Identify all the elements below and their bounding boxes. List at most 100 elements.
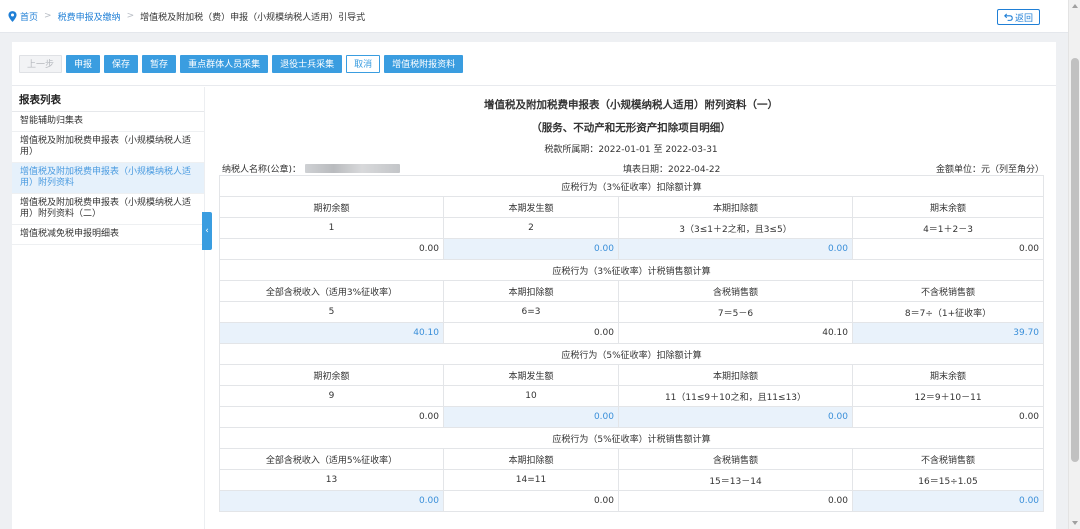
- column-header: 期初余额: [219, 196, 444, 218]
- amount-cell: 0.00: [443, 322, 619, 344]
- column-header: 含税销售额: [618, 280, 853, 302]
- amount-input-cell[interactable]: 0.00: [851, 490, 1045, 512]
- amount-cell: 0.00: [618, 490, 853, 512]
- value-row: 0.00 0.00 0.00 0.00: [219, 490, 1045, 512]
- sidebar-item-schedule-1[interactable]: 增值税及附加税费申报表（小规模纳税人适用）附列资料: [12, 163, 204, 194]
- line-number: 14=11: [443, 469, 619, 491]
- breadcrumb-separator: >: [44, 11, 52, 21]
- amount-input-cell[interactable]: 0.00: [618, 406, 853, 428]
- form-title: 增值税及附加税费申报表（小规模纳税人适用）附列资料（一）: [484, 99, 778, 111]
- save-button[interactable]: 保存: [104, 54, 139, 73]
- amount-input-cell[interactable]: 0.00: [219, 490, 444, 512]
- column-header: 不含税销售额: [851, 280, 1045, 302]
- breadcrumb-section[interactable]: 税费申报及缴纳: [58, 10, 121, 23]
- vat-attachment-button[interactable]: 增值税附报资料: [384, 54, 464, 73]
- column-header: 含税销售额: [618, 448, 853, 470]
- line-number: 12＝9＋10－11: [851, 385, 1045, 407]
- cancel-button[interactable]: 取消: [346, 54, 381, 73]
- line-number: 1: [219, 217, 444, 239]
- section-header: 应税行为（3%征收率）计税销售额计算: [218, 259, 1045, 281]
- tax-period-label: 税款所属期：: [544, 145, 599, 155]
- section-header-row: 应税行为（5%征收率）扣除额计算: [218, 343, 1045, 365]
- column-header: 本期发生额: [443, 196, 619, 218]
- declare-button[interactable]: 申报: [66, 54, 101, 73]
- temp-save-button[interactable]: 暂存: [142, 54, 177, 73]
- section-header-row: 应税行为（5%征收率）计税销售额计算: [218, 427, 1045, 449]
- line-number: 10: [443, 385, 619, 407]
- amount-input-cell[interactable]: 0.00: [443, 406, 619, 428]
- amount-cell: 0.00: [443, 490, 619, 512]
- value-row: 0.00 0.00 0.00 0.00: [219, 238, 1045, 260]
- prev-step-button[interactable]: 上一步: [19, 54, 63, 73]
- breadcrumb-current: 增值税及附加税（费）申报（小规模纳税人适用）引导式: [140, 12, 366, 23]
- scroll-up-arrow-icon[interactable]: [1072, 4, 1078, 8]
- line-number-row: 1 2 3（3≤1＋2之和，且3≤5） 4＝1＋2－3: [219, 217, 1045, 239]
- line-number: 9: [219, 385, 444, 407]
- form-meta-row: 纳税人名称(公章)： 填表日期：2022-04-22 金额单位：元（列至角分）: [218, 161, 1044, 175]
- amount-cell: 0.00: [219, 238, 444, 260]
- form-content: 增值税及附加税费申报表（小规模纳税人适用）附列资料（一） （服务、不动产和无形资…: [218, 87, 1045, 512]
- line-number: 16＝15÷1.05: [851, 469, 1045, 491]
- scroll-down-arrow-icon[interactable]: [1072, 521, 1078, 525]
- line-number: 5: [219, 301, 444, 323]
- amount-unit: 金额单位：元（列至角分）: [935, 165, 1044, 175]
- section-header: 应税行为（5%征收率）扣除额计算: [218, 343, 1045, 365]
- column-header-row: 全部含税收入（适用5%征收率） 本期扣除额 含税销售额 不含税销售额: [219, 448, 1045, 470]
- scrollbar-thumb[interactable]: [1071, 58, 1079, 462]
- report-list-title: 报表列表: [12, 87, 204, 112]
- breadcrumb-bar: 首页 > 税费申报及缴纳 > 增值税及附加税（费）申报（小规模纳税人适用）引导式…: [0, 0, 1068, 33]
- sidebar-item-schedule-2[interactable]: 增值税及附加税费申报表（小规模纳税人适用）附列资料（二）: [12, 194, 204, 225]
- column-header: 期末余额: [851, 196, 1045, 218]
- deduction-table: 应税行为（3%征收率）扣除额计算 期初余额 本期发生额 本期扣除额 期末余额 1 2 3（3≤…: [218, 175, 1045, 512]
- column-header-row: 期初余额 本期发生额 本期扣除额 期末余额: [219, 196, 1045, 218]
- breadcrumb-separator: >: [126, 11, 135, 21]
- column-header: 全部含税收入（适用5%征收率）: [219, 448, 444, 470]
- form-subtitle: （服务、不动产和无形资产扣除项目明细）: [531, 122, 731, 134]
- column-header: 本期扣除额: [443, 448, 619, 470]
- veteran-collect-button[interactable]: 退役士兵采集: [272, 54, 343, 73]
- line-number: 4＝1＋2－3: [851, 217, 1045, 239]
- column-header: 本期扣除额: [618, 364, 853, 386]
- line-number-row: 5 6=3 7＝5－6 8＝7÷（1+征收率）: [219, 301, 1045, 323]
- section-header: 应税行为（5%征收率）计税销售额计算: [218, 427, 1045, 449]
- column-header: 期末余额: [851, 364, 1045, 386]
- sidebar-collapse-toggle[interactable]: ‹: [202, 212, 212, 250]
- column-header: 期初余额: [219, 364, 444, 386]
- taxpayer-name: 纳税人名称(公章)：: [222, 162, 401, 175]
- amount-cell: 0.00: [851, 238, 1045, 260]
- line-number: 3（3≤1＋2之和，且3≤5）: [618, 217, 853, 239]
- line-number: 13: [219, 469, 444, 491]
- main-panel: 上一步 申报 保存 暂存 重点群体人员采集 退役士兵采集 取消 增值税附报资料 …: [12, 42, 1056, 529]
- back-button-label: 返回: [1014, 13, 1033, 24]
- line-number: 8＝7÷（1+征收率）: [851, 301, 1045, 323]
- report-list-sidebar: 报表列表 智能辅助归集表 增值税及附加税费申报表（小规模纳税人适用） 增值税及附…: [12, 87, 205, 529]
- line-number-row: 9 10 11（11≤9＋10之和，且11≤13） 12＝9＋10－11: [219, 385, 1045, 407]
- column-header-row: 全部含税收入（适用3%征收率） 本期扣除额 含税销售额 不含税销售额: [219, 280, 1045, 302]
- line-number: 11（11≤9＋10之和，且11≤13）: [618, 385, 853, 407]
- amount-input-cell[interactable]: 39.70: [851, 322, 1045, 344]
- return-arrow-icon: [1003, 13, 1013, 21]
- toolbar: 上一步 申报 保存 暂存 重点群体人员采集 退役士兵采集 取消 增值税附报资料: [12, 42, 1056, 86]
- breadcrumb-home[interactable]: 首页: [20, 10, 38, 23]
- line-number: 15＝13－14: [618, 469, 853, 491]
- value-row: 0.00 0.00 0.00 0.00: [219, 406, 1045, 428]
- sidebar-item-main-return[interactable]: 增值税及附加税费申报表（小规模纳税人适用）: [12, 132, 204, 163]
- amount-input-cell[interactable]: 0.00: [618, 238, 853, 260]
- back-button[interactable]: 返回: [996, 9, 1040, 25]
- vertical-scrollbar[interactable]: [1068, 0, 1080, 529]
- sidebar-item-vat-relief[interactable]: 增值税减免税申报明细表: [12, 225, 204, 245]
- amount-cell: 0.00: [851, 406, 1045, 428]
- column-header: 本期发生额: [443, 364, 619, 386]
- amount-input-cell[interactable]: 0.00: [443, 238, 619, 260]
- amount-input-cell[interactable]: 40.10: [219, 322, 444, 344]
- line-number: 2: [443, 217, 619, 239]
- line-number-row: 13 14=11 15＝13－14 16＝15÷1.05: [219, 469, 1045, 491]
- tax-period-value: 2022-01-01 至 2022-03-31: [598, 145, 718, 155]
- location-pin-icon: [8, 10, 17, 22]
- taxpayer-name-redacted: [305, 164, 401, 173]
- key-group-collect-button[interactable]: 重点群体人员采集: [180, 54, 269, 73]
- sidebar-item-smart-assist[interactable]: 智能辅助归集表: [12, 112, 204, 132]
- fill-date-value: 2022-04-22: [668, 165, 721, 175]
- value-row: 40.10 0.00 40.10 39.70: [219, 322, 1045, 344]
- column-header: 不含税销售额: [851, 448, 1045, 470]
